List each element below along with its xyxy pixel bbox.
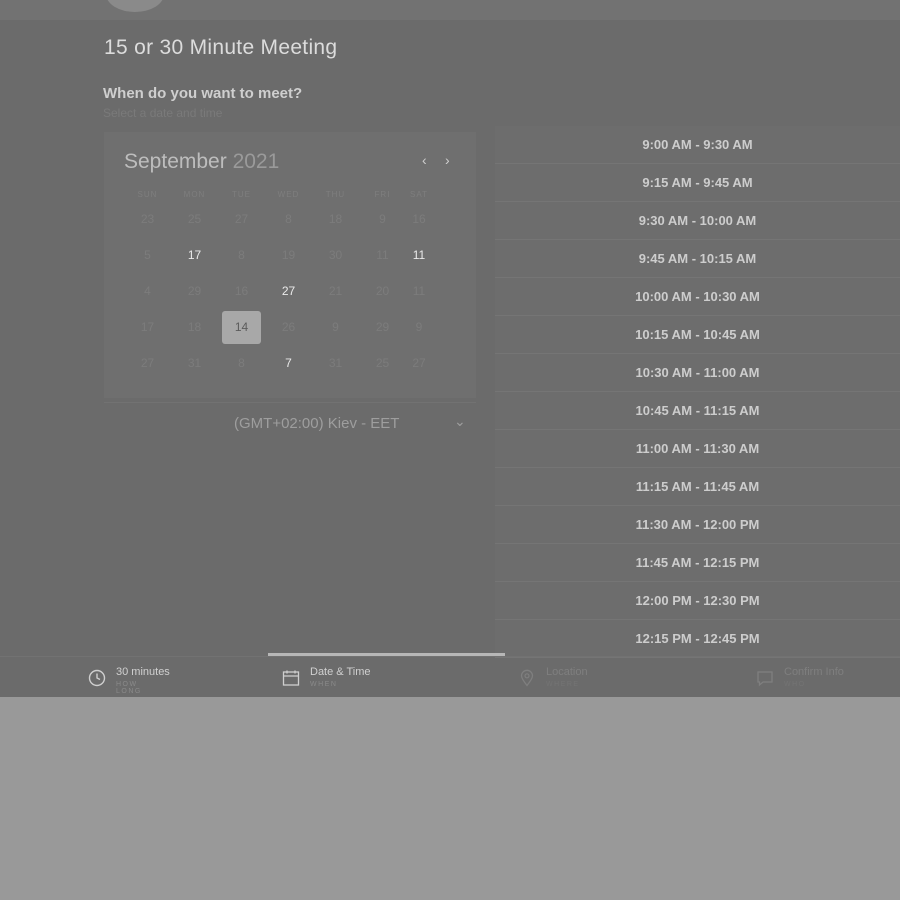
calendar-day: 27 (412, 356, 426, 370)
time-slot[interactable]: 11:15 AM - 11:45 AM (495, 468, 900, 506)
time-slot[interactable]: 10:15 AM - 10:45 AM (495, 316, 900, 354)
calendar-day: 11 (412, 284, 426, 298)
weekday-label: MON (183, 190, 206, 199)
calendar-day: 31 (187, 356, 202, 370)
location-pin-icon (520, 669, 534, 687)
step-sublabel: WHO (784, 681, 806, 688)
calendar-day-selected[interactable]: 14 (218, 310, 265, 344)
calendar-day: 18 (328, 212, 343, 226)
weekday-label: TUE (232, 190, 251, 199)
calendar-day: 27 (140, 356, 155, 370)
chevron-down-icon: ⌄ (454, 413, 466, 429)
calendar-day: 18 (187, 320, 202, 334)
weekday-header: SUN MON TUE WED THU FRI SAT (124, 190, 432, 199)
time-slot[interactable]: 10:45 AM - 11:15 AM (495, 392, 900, 430)
next-month-button[interactable]: › (445, 152, 450, 168)
time-slot[interactable]: 12:00 PM - 12:30 PM (495, 582, 900, 620)
step-sublabel: WHEN (310, 681, 338, 688)
time-slot[interactable]: 11:45 AM - 12:15 PM (495, 544, 900, 582)
calendar-day: 9 (415, 320, 423, 334)
month-name: September (124, 150, 227, 173)
calendar-day: 29 (187, 284, 202, 298)
step-label: Date & Time (310, 666, 371, 678)
calendar-day[interactable]: 17 (171, 238, 218, 272)
calendar-day[interactable]: 11 (406, 238, 432, 272)
timezone-label: (GMT+02:00) Kiev - EET (234, 415, 400, 432)
calendar-day: 17 (140, 320, 155, 334)
time-slot[interactable]: 10:30 AM - 11:00 AM (495, 354, 900, 392)
calendar-week: 23 25 27 8 18 9 16 (124, 202, 432, 236)
section-hint: Select a date and time (103, 106, 223, 120)
calendar-day: 21 (328, 284, 343, 298)
date-picker: September 2021 ‹ › SUN MON TUE WED THU F… (104, 132, 476, 398)
calendar-day: 11 (376, 248, 389, 262)
time-slot[interactable]: 11:00 AM - 11:30 AM (495, 430, 900, 468)
calendar-day: 16 (234, 284, 249, 298)
time-slot[interactable]: 9:15 AM - 9:45 AM (495, 164, 900, 202)
step-label: Confirm Info (784, 666, 844, 678)
calendar-day: 30 (328, 248, 343, 262)
time-slot[interactable]: 12:15 PM - 12:45 PM (495, 620, 900, 658)
chevron-left-icon: ‹ (422, 152, 427, 168)
time-slot[interactable]: 10:00 AM - 10:30 AM (495, 278, 900, 316)
calendar-day: 5 (144, 248, 151, 262)
weekday-label: SUN (137, 190, 158, 199)
time-slot[interactable]: 9:30 AM - 10:00 AM (495, 202, 900, 240)
prev-month-button[interactable]: ‹ (422, 152, 427, 168)
calendar-day[interactable]: 27 (265, 274, 312, 308)
calendar-week: 27 31 8 7 31 25 27 (124, 346, 432, 380)
calendar-day: 16 (412, 212, 426, 226)
progress-steps: 30 minutes HOW LONG Date & Time WHEN Loc… (0, 656, 900, 697)
year-name: 2021 (232, 150, 280, 173)
clock-icon (88, 669, 106, 687)
step-label: 30 minutes (116, 666, 170, 678)
calendar-day: 26 (281, 320, 296, 334)
time-slot[interactable]: 11:30 AM - 12:00 PM (495, 506, 900, 544)
calendar-day: 19 (281, 248, 296, 262)
calendar-week: 5 17 8 19 30 11 11 (124, 238, 432, 272)
chat-icon (757, 671, 773, 687)
scheduler-panel: 15 or 30 Minute Meeting When do you want… (0, 0, 900, 697)
calendar-day: 9 (379, 212, 386, 226)
calendar-day: 31 (328, 356, 343, 370)
step-sublabel: WHERE (546, 681, 580, 688)
time-slot[interactable]: 9:00 AM - 9:30 AM (495, 126, 900, 164)
time-slot-list: 9:00 AM - 9:30 AM 9:15 AM - 9:45 AM 9:30… (495, 126, 900, 658)
calendar-day: 20 (375, 284, 390, 298)
time-slot[interactable]: 9:45 AM - 10:15 AM (495, 240, 900, 278)
calendar-day: 9 (332, 320, 339, 334)
timezone-select[interactable]: (GMT+02:00) Kiev - EET ⌄ (104, 402, 476, 443)
weekday-label: THU (325, 190, 346, 199)
calendar-week: 17 18 14 26 9 29 9 (124, 310, 432, 344)
calendar-day: 25 (375, 356, 390, 370)
calendar-day: 27 (234, 212, 249, 226)
calendar-week: 4 29 16 27 21 20 11 (124, 274, 432, 308)
weekday-label: SAT (410, 190, 428, 199)
calendar-day: 8 (285, 212, 292, 226)
calendar-day: 8 (238, 356, 245, 370)
calendar-day: 23 (140, 212, 155, 226)
calendar-icon (282, 670, 300, 686)
step-label: Location (546, 666, 588, 678)
chevron-right-icon: › (445, 152, 450, 168)
weekday-label: FRI (374, 190, 391, 199)
calendar-day: 4 (144, 284, 151, 298)
calendar-day[interactable]: 7 (265, 346, 312, 380)
step-sublabel: HOW LONG (116, 681, 142, 695)
calendar-day: 8 (238, 248, 245, 262)
weekday-label: WED (277, 190, 300, 199)
month-label: September 2021 (124, 150, 279, 174)
calendar-day: 29 (375, 320, 390, 334)
page-title: 15 or 30 Minute Meeting (104, 36, 338, 59)
section-heading: When do you want to meet? (103, 85, 303, 102)
calendar-day: 25 (187, 212, 202, 226)
